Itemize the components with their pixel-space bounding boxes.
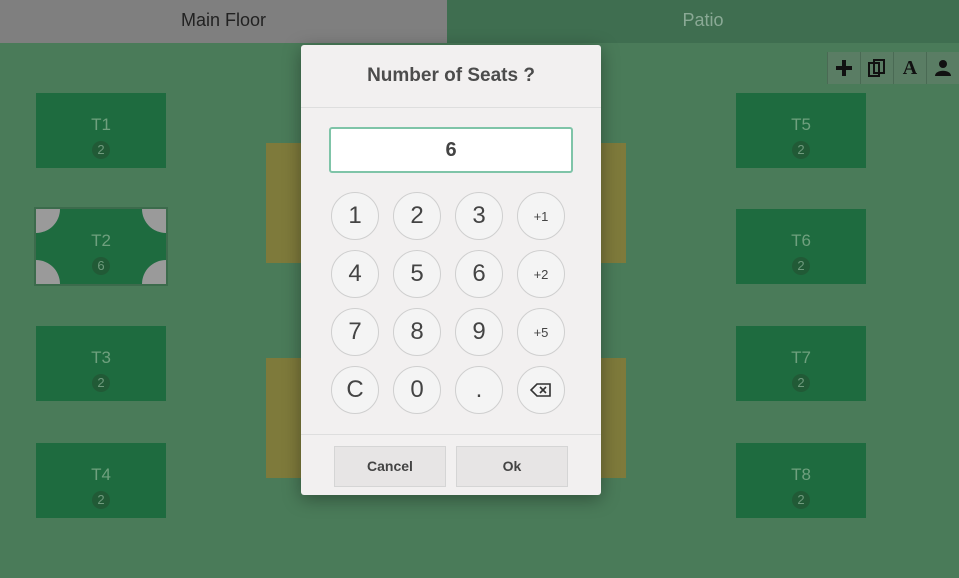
table-name: T8 xyxy=(791,465,811,484)
table-t7[interactable]: T7 2 xyxy=(736,326,866,401)
key-decimal[interactable]: . xyxy=(455,366,503,414)
bench-left-top[interactable] xyxy=(266,143,306,263)
seats-button[interactable] xyxy=(926,52,959,84)
key-2[interactable]: 2 xyxy=(393,192,441,240)
key-4[interactable]: 4 xyxy=(331,250,379,298)
table-name: T5 xyxy=(791,115,811,134)
key-5[interactable]: 5 xyxy=(393,250,441,298)
table-name: T7 xyxy=(791,348,811,367)
table-t4[interactable]: T4 2 xyxy=(36,443,166,518)
table-name: T1 xyxy=(91,115,111,134)
user-icon xyxy=(935,60,951,76)
table-t3[interactable]: T3 2 xyxy=(36,326,166,401)
table-t1[interactable]: T1 2 xyxy=(36,93,166,168)
table-name: T6 xyxy=(791,231,811,250)
table-t5[interactable]: T5 2 xyxy=(736,93,866,168)
plus-icon xyxy=(836,60,852,76)
resize-handle-top-left[interactable] xyxy=(36,209,60,233)
text-icon: A xyxy=(902,56,918,79)
dialog-title: Number of Seats ? xyxy=(301,45,601,108)
rename-button[interactable]: A xyxy=(893,52,926,84)
table-t8[interactable]: T8 2 xyxy=(736,443,866,518)
seats-dialog: Number of Seats ? 6 1 2 3 +1 4 5 6 +2 7 … xyxy=(301,45,601,495)
dialog-footer: Cancel Ok xyxy=(301,434,601,496)
key-8[interactable]: 8 xyxy=(393,308,441,356)
table-t2[interactable]: T2 6 xyxy=(34,207,168,286)
key-0[interactable]: 0 xyxy=(393,366,441,414)
resize-handle-bottom-right[interactable] xyxy=(142,260,166,284)
tab-patio[interactable]: Patio xyxy=(447,0,959,43)
table-name: T4 xyxy=(91,465,111,484)
key-6[interactable]: 6 xyxy=(455,250,503,298)
table-seat-count: 6 xyxy=(92,257,110,275)
key-plus-2[interactable]: +2 xyxy=(517,250,565,298)
table-seat-count: 2 xyxy=(92,374,110,392)
key-7[interactable]: 7 xyxy=(331,308,379,356)
key-plus-5[interactable]: +5 xyxy=(517,308,565,356)
key-3[interactable]: 3 xyxy=(455,192,503,240)
table-seat-count: 2 xyxy=(92,491,110,509)
table-seat-count: 2 xyxy=(792,257,810,275)
ok-button[interactable]: Ok xyxy=(456,446,568,487)
key-clear[interactable]: C xyxy=(331,366,379,414)
key-9[interactable]: 9 xyxy=(455,308,503,356)
table-seat-count: 2 xyxy=(792,491,810,509)
bench-left-bottom[interactable] xyxy=(266,358,306,478)
floor-editor-toolbar: A xyxy=(827,52,959,84)
table-name: T2 xyxy=(91,231,111,250)
copy-icon xyxy=(868,59,885,77)
duplicate-button[interactable] xyxy=(860,52,893,84)
key-plus-1[interactable]: +1 xyxy=(517,192,565,240)
resize-handle-top-right[interactable] xyxy=(142,209,166,233)
table-seat-count: 2 xyxy=(792,141,810,159)
floor-tabs: Main Floor Patio xyxy=(0,0,959,43)
table-seat-count: 2 xyxy=(792,374,810,392)
table-seat-count: 2 xyxy=(92,141,110,159)
seats-input[interactable]: 6 xyxy=(329,127,573,173)
key-1[interactable]: 1 xyxy=(331,192,379,240)
backspace-icon xyxy=(530,383,551,397)
table-name: T3 xyxy=(91,348,111,367)
cancel-button[interactable]: Cancel xyxy=(334,446,446,487)
table-t6[interactable]: T6 2 xyxy=(736,209,866,284)
add-table-button[interactable] xyxy=(827,52,860,84)
key-backspace[interactable] xyxy=(517,366,565,414)
tab-main-floor[interactable]: Main Floor xyxy=(0,0,447,43)
resize-handle-bottom-left[interactable] xyxy=(36,260,60,284)
